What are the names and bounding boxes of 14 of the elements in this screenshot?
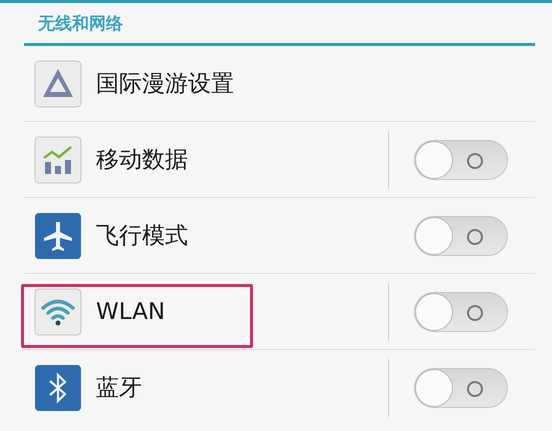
setting-label[interactable]: 移动数据 [96,144,188,175]
setting-label[interactable]: 国际漫游设置 [96,68,234,99]
toggle-switch[interactable] [414,368,508,408]
bluetooth-icon [34,364,82,412]
toggle-switch[interactable] [414,140,508,180]
toggle-switch[interactable] [414,292,508,332]
setting-label[interactable]: 飞行模式 [96,220,188,251]
chart-icon [34,136,82,184]
wifi-icon [34,288,82,336]
airplane-icon [34,212,82,260]
section-title: 无线和网络 [38,14,123,34]
toggle-switch[interactable] [414,216,508,256]
setting-label[interactable]: WLAN [96,298,166,324]
setting-label[interactable]: 蓝牙 [96,372,142,403]
